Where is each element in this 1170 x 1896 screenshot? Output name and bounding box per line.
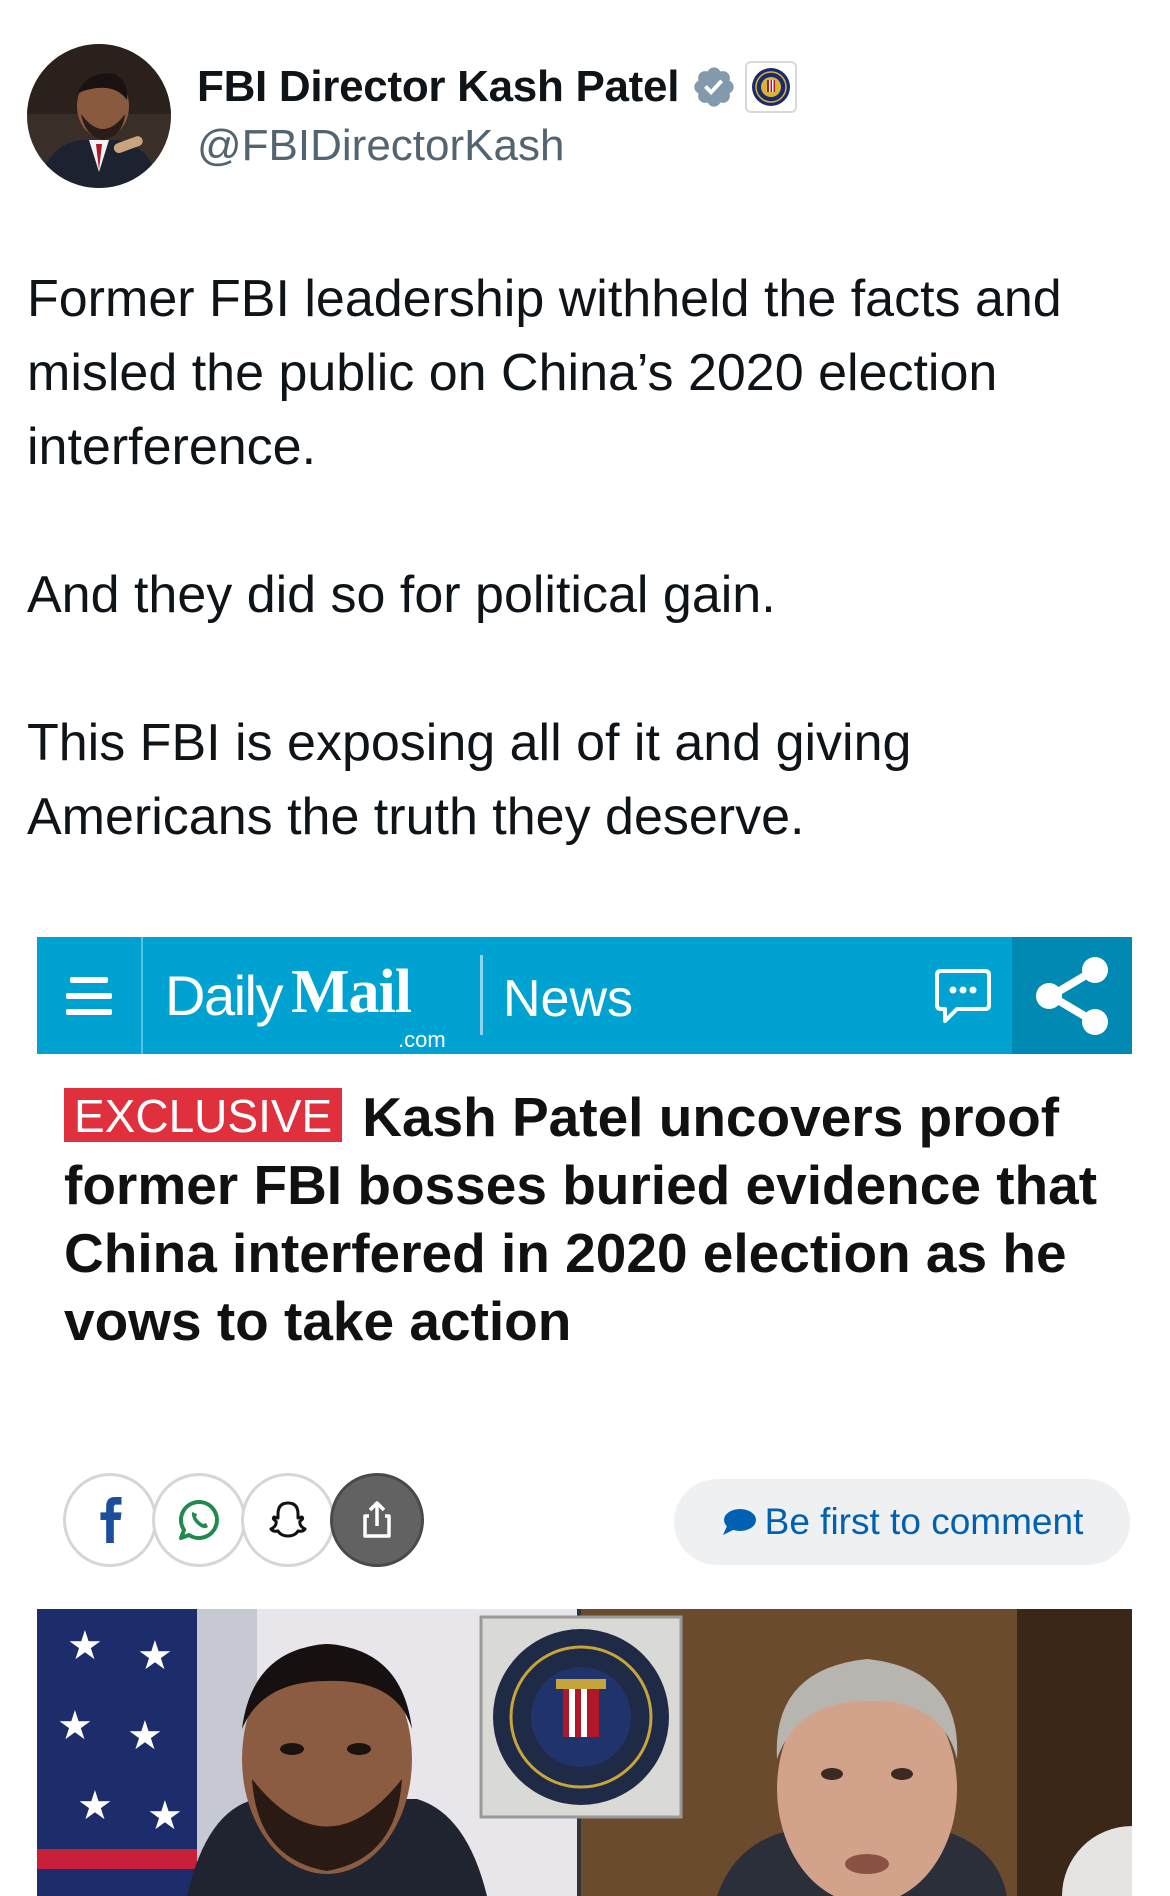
fbi-seal-icon[interactable]: [745, 61, 798, 113]
share-button[interactable]: [1012, 937, 1132, 1054]
hamburger-menu-icon[interactable]: [37, 937, 143, 1054]
svg-text:★: ★: [67, 1623, 103, 1669]
snapchat-icon: [269, 1501, 307, 1538]
social-share-row: Be first to comment: [63, 1473, 1130, 1569]
section-label[interactable]: News: [503, 969, 633, 1029]
svg-text:★: ★: [147, 1793, 183, 1839]
verified-badge-icon[interactable]: [691, 64, 737, 110]
dailymail-header-bar: Daily Mail .com News: [37, 937, 1132, 1054]
whatsapp-icon: [178, 1499, 219, 1540]
tweet-line: And they did so for political gain.: [27, 566, 776, 624]
tweet-line: Americans the truth they deserve.: [27, 788, 805, 846]
tweet-line: This FBI is exposing all of it and givin…: [27, 714, 912, 772]
comment-button[interactable]: Be first to comment: [674, 1479, 1130, 1565]
tweet-text: Former FBI leadership withheld the facts…: [27, 262, 1147, 854]
divider: [480, 955, 483, 1035]
article-card[interactable]: Daily Mail .com News EXCLUSIVE Kash Patel…: [37, 937, 1132, 1896]
svg-text:★: ★: [127, 1713, 163, 1759]
svg-text:★: ★: [137, 1633, 173, 1679]
handle[interactable]: @FBIDirectorKash: [197, 121, 797, 171]
article-photo[interactable]: ★ ★ ★ ★ ★ ★: [37, 1609, 1132, 1896]
comment-icon[interactable]: [933, 967, 993, 1025]
article-headline[interactable]: EXCLUSIVE Kash Patel uncovers proof forme…: [64, 1083, 1104, 1355]
snapchat-share-button[interactable]: [241, 1473, 335, 1567]
more-share-button[interactable]: [330, 1473, 424, 1567]
facebook-share-button[interactable]: [63, 1473, 157, 1567]
svg-text:★: ★: [57, 1703, 93, 1749]
avatar[interactable]: [27, 44, 171, 188]
share-icon: [363, 1501, 391, 1538]
exclusive-badge: EXCLUSIVE: [64, 1088, 343, 1142]
tweet-line: misled the public on China’s 2020 electi…: [27, 344, 998, 402]
display-name[interactable]: FBI Director Kash Patel: [197, 62, 679, 112]
share-network-icon: [1036, 956, 1108, 1035]
speech-bubble-icon: [722, 1509, 756, 1535]
svg-text:★: ★: [77, 1783, 113, 1829]
facebook-icon: [100, 1497, 122, 1543]
tweet-line: interference.: [27, 418, 317, 476]
tweet-header: FBI Director Kash Patel @FBIDirectorKash: [27, 44, 798, 188]
comment-cta-label: Be first to comment: [764, 1501, 1084, 1542]
tweet-line: Former FBI leadership withheld the facts…: [27, 270, 1062, 328]
whatsapp-share-button[interactable]: [152, 1473, 246, 1567]
